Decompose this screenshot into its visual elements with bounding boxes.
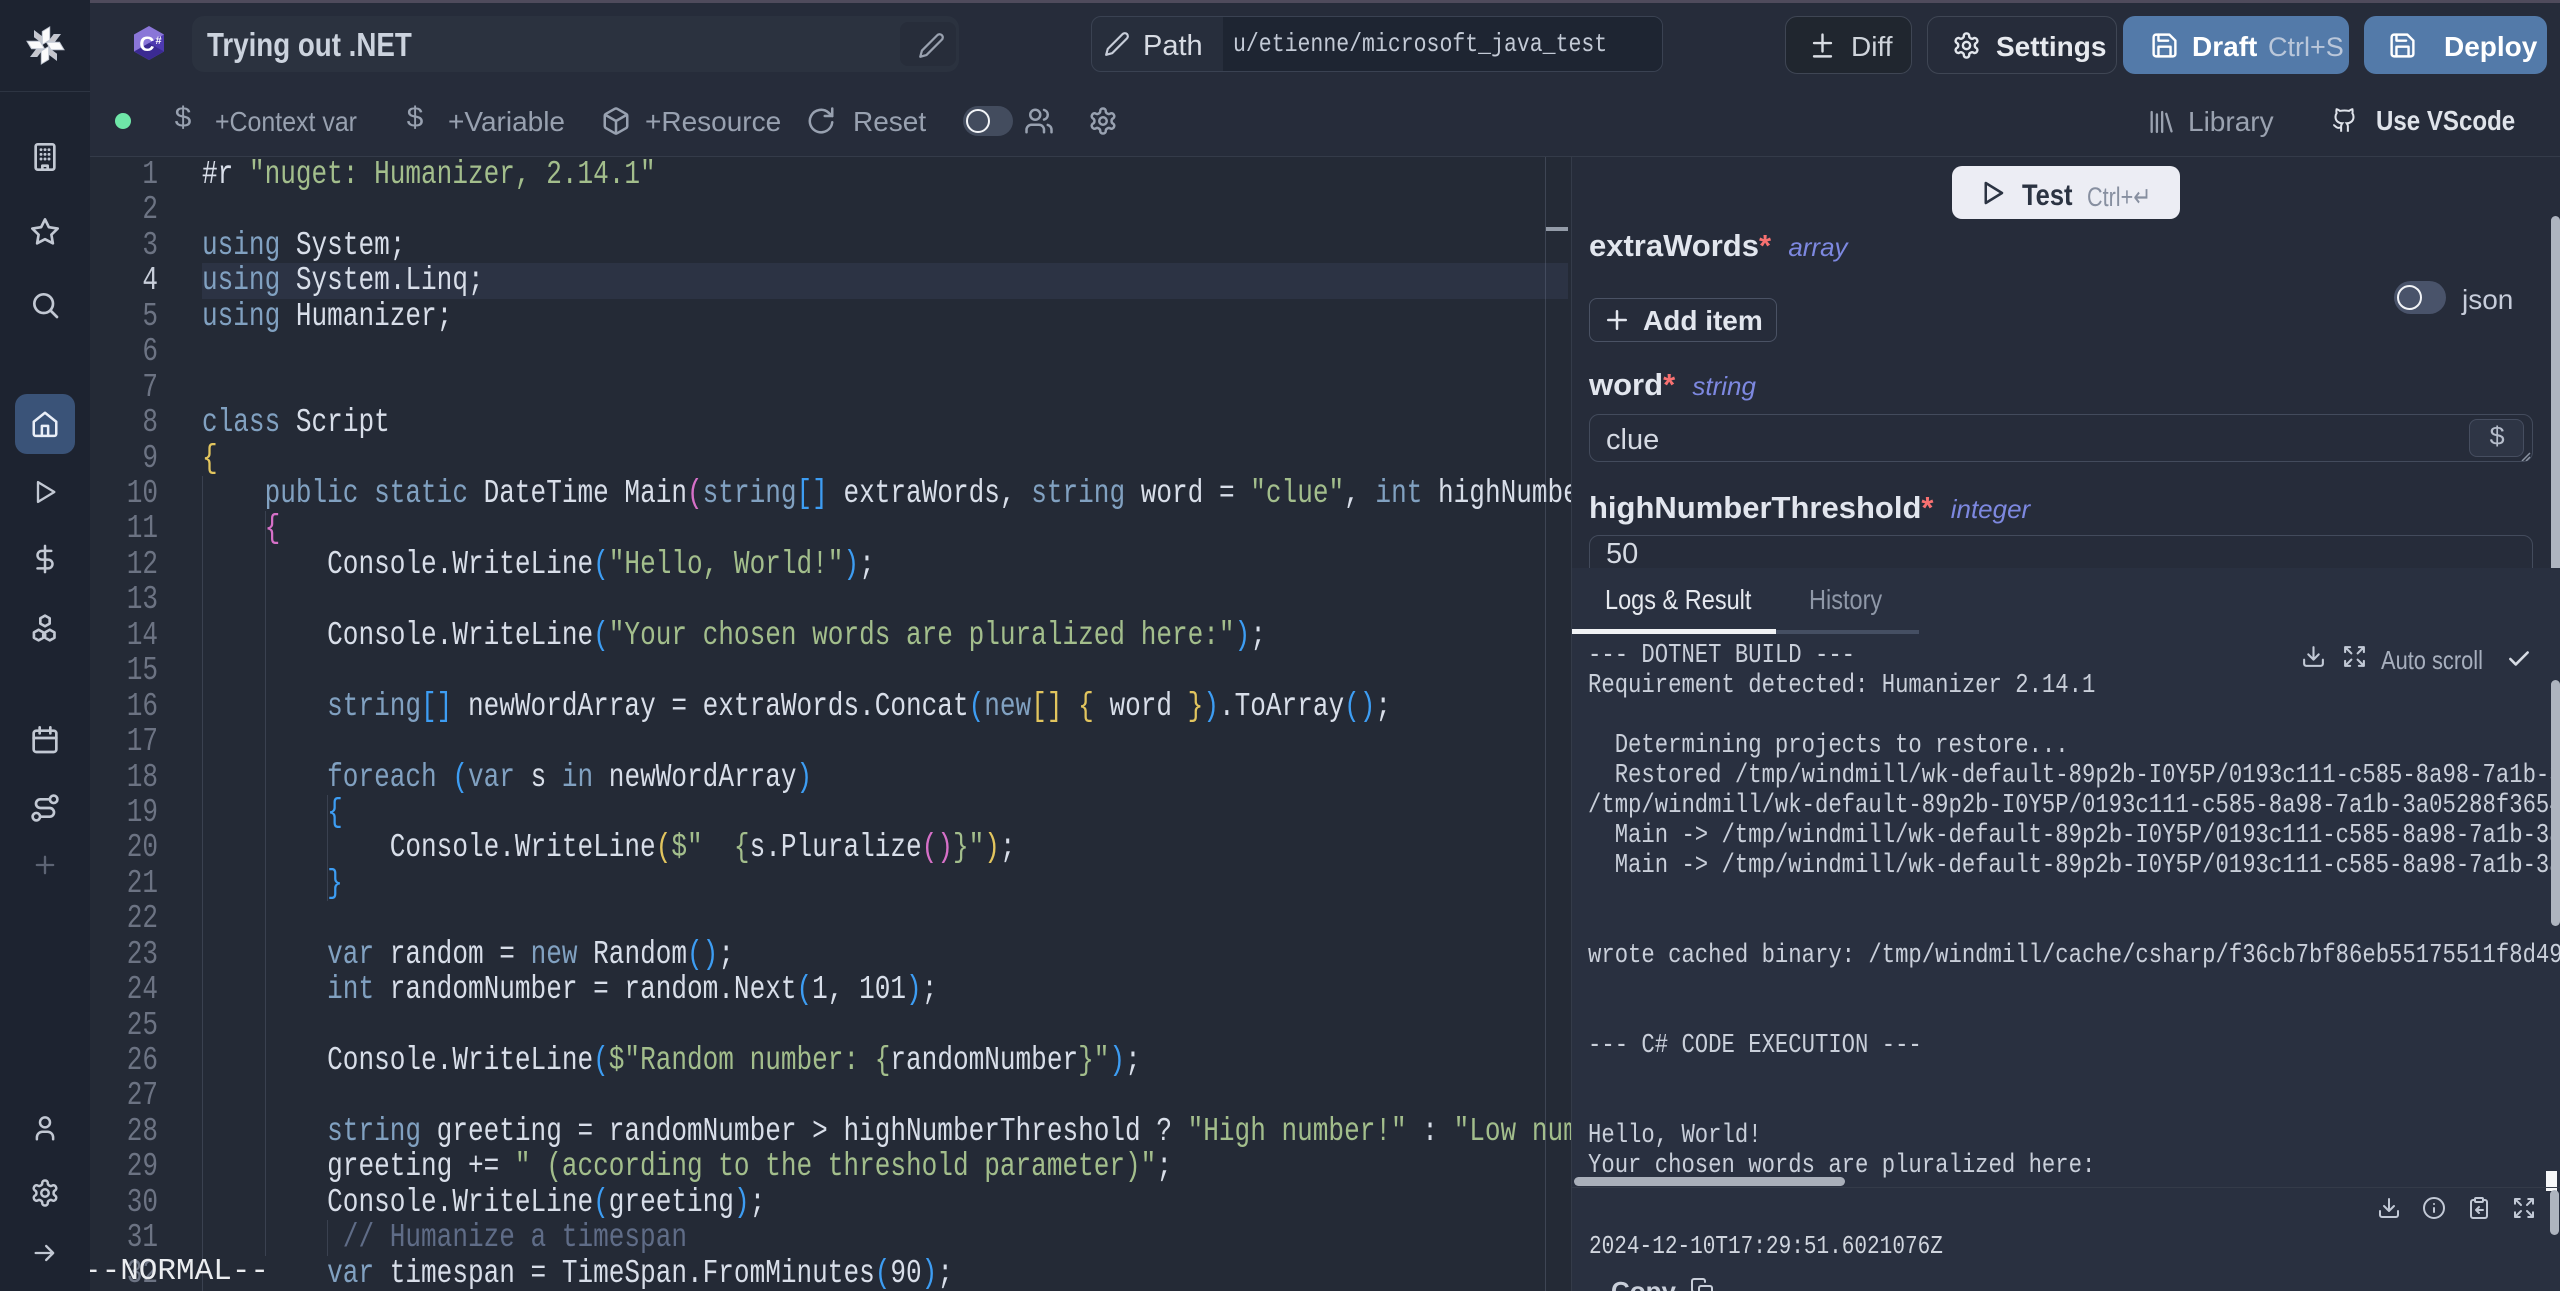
svg-text:C: C	[139, 33, 154, 56]
svg-text:#: #	[155, 35, 161, 47]
